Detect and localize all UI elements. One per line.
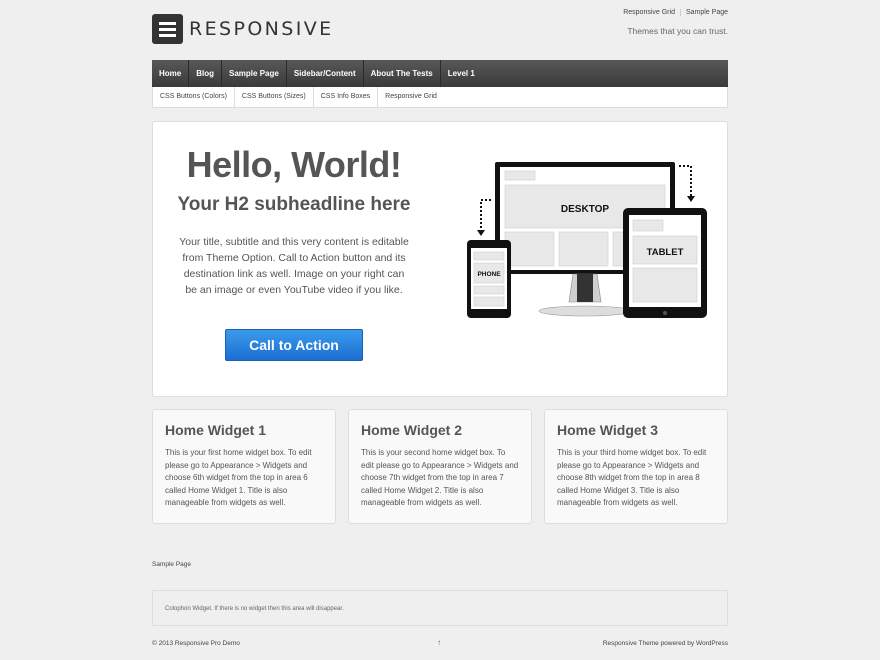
menu-item-home[interactable]: Home [152,60,190,87]
powered-by: Responsive Theme powered by WordPress [603,640,728,647]
widget-title: Home Widget 2 [361,422,462,438]
home-widget-3: Home Widget 3 This is your third home wi… [544,409,728,524]
tablet-label: TABLET [647,247,684,258]
top-menu: Responsive Grid Sample Page [618,9,728,16]
powered-text: powered by [658,640,696,647]
arrow-head-phone-icon [477,230,485,236]
top-link-responsive-grid[interactable]: Responsive Grid [618,9,680,16]
powered-theme-link[interactable]: Responsive Theme [603,640,659,647]
arrow-head-tablet-icon [687,196,695,202]
copyright-text: © 2013 Responsive Pro Demo [152,640,240,647]
top-link-sample-page[interactable]: Sample Page [679,9,728,16]
submenu-item-css-buttons-sizes[interactable]: CSS Buttons (Sizes) [235,87,314,107]
colophon-widget: Colophon Widget. If there is no widget t… [152,590,728,626]
submenu-item-css-buttons-colors[interactable]: CSS Buttons (Colors) [153,87,235,107]
widget-text: This is your second home widget box. To … [361,448,519,508]
menu-item-sample-page[interactable]: Sample Page [222,60,287,87]
home-widget-1: Home Widget 1 This is your first home wi… [152,409,336,524]
responsive-devices-image: DESKTOP TABLET PHONE [467,162,707,318]
home-widget-2: Home Widget 2 This is your second home w… [348,409,532,524]
arrow-phone-icon [480,199,491,230]
scroll-top-link[interactable]: ↑ [437,638,441,647]
tablet-device: TABLET [623,208,707,318]
wordpress-link[interactable]: WordPress [696,640,728,647]
submenu-item-css-info-boxes[interactable]: CSS Info Boxes [314,87,379,107]
menu-item-blog[interactable]: Blog [189,60,223,87]
featured-subtitle: Your H2 subheadline here [177,194,411,215]
menu-item-sidebar-content[interactable]: Sidebar/Content [287,60,364,87]
widget-text: This is your third home widget box. To e… [557,448,707,508]
featured-text: Your title, subtitle and this very conte… [179,236,409,296]
arrow-tablet-icon [679,165,692,196]
widget-title: Home Widget 3 [557,422,658,438]
featured-title: Hello, World! [186,144,402,185]
submenu-item-responsive-grid[interactable]: Responsive Grid [378,87,444,107]
featured-section: Hello, World! Your H2 subheadline here Y… [152,121,728,397]
footer-menu-sample-page[interactable]: Sample Page [152,561,191,568]
site-logo[interactable]: RESPONSIVE [152,14,334,44]
menu-icon [152,14,183,44]
menu-item-level-1[interactable]: Level 1 [441,60,482,87]
phone-label: PHONE [477,271,501,278]
phone-device: PHONE [467,240,511,318]
widget-title: Home Widget 1 [165,422,266,438]
call-to-action-button[interactable]: Call to Action [225,329,363,361]
site-tagline: Themes that you can trust. [627,26,728,36]
logo-text: RESPONSIVE [189,18,334,40]
main-menu: Home Blog Sample Page Sidebar/Content Ab… [152,60,728,87]
menu-item-about-the-tests[interactable]: About The Tests [364,60,441,87]
widget-text: This is your first home widget box. To e… [165,448,312,508]
desktop-label: DESKTOP [561,204,609,215]
sub-menu: CSS Buttons (Colors) CSS Buttons (Sizes)… [152,87,728,108]
